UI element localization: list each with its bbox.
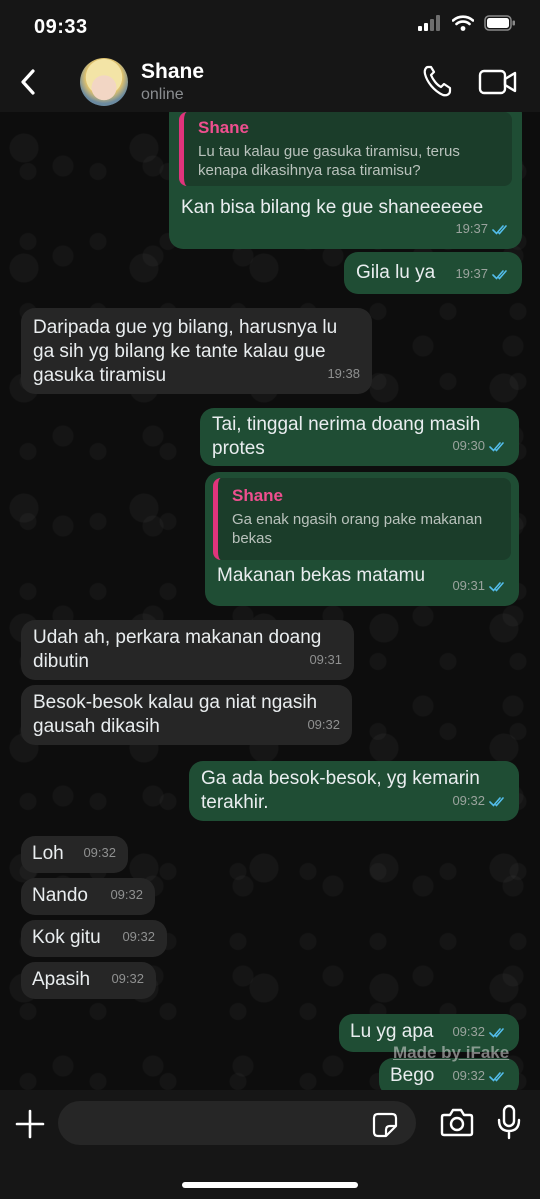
message-time: 09:32 xyxy=(452,1024,485,1039)
chat-area[interactable]: Shane Lu tau kalau gue gasuka tiramisu, … xyxy=(0,112,540,1090)
message-time: 09:32 xyxy=(111,971,144,986)
wifi-icon xyxy=(452,15,474,31)
message-meta: 09:32 xyxy=(452,1064,507,1088)
back-button[interactable] xyxy=(10,62,46,102)
double-check-icon xyxy=(489,441,504,452)
message-meta: 19:37 xyxy=(455,217,510,241)
double-check-icon xyxy=(489,1071,504,1082)
phone-icon[interactable] xyxy=(422,64,452,98)
quote-author: Shane xyxy=(198,118,250,137)
message-time: 19:37 xyxy=(455,266,488,281)
message-meta: 09:32 xyxy=(122,925,155,949)
plus-icon[interactable] xyxy=(14,1108,46,1140)
message-time: 09:31 xyxy=(452,578,485,593)
home-indicator[interactable] xyxy=(182,1182,358,1188)
message-text: Udah ah, perkara makanan doang dibutin xyxy=(33,627,322,672)
message-bubble-outgoing[interactable]: Gila lu ya 19:37 xyxy=(344,252,522,294)
quote-text: Ga enak ngasih orang pake makanan bekas xyxy=(232,511,483,547)
message-meta: 09:32 xyxy=(452,789,507,813)
message-bubble-outgoing[interactable]: Tai, tinggal nerima doang masih protes 0… xyxy=(200,408,519,466)
quote-author: Shane xyxy=(232,486,284,505)
watermark: Made by iFake xyxy=(393,1043,510,1062)
contact-status: online xyxy=(141,86,184,103)
message-bubble-outgoing[interactable]: Shane Ga enak ngasih orang pake makanan … xyxy=(205,472,519,606)
message-bubble-incoming[interactable]: Udah ah, perkara makanan doang dibutin 0… xyxy=(21,620,354,680)
message-bubble-incoming[interactable]: Daripada gue yg bilang, harusnya lu ga s… xyxy=(21,308,372,394)
message-time: 09:31 xyxy=(309,652,342,667)
message-time: 09:30 xyxy=(452,438,485,453)
message-bubble-incoming[interactable]: Nando 09:32 xyxy=(21,878,155,915)
message-bubble-incoming[interactable]: Besok-besok kalau ga niat ngasih gausah … xyxy=(21,685,352,745)
message-meta: 09:31 xyxy=(309,648,342,672)
message-bubble-incoming[interactable]: Apasih 09:32 xyxy=(21,962,156,999)
message-time: 09:32 xyxy=(452,1068,485,1083)
message-meta: 09:32 xyxy=(110,883,143,907)
quote-text: Lu tau kalau gue gasuka tiramisu, terus … xyxy=(198,143,460,179)
message-text: Daripada gue yg bilang, harusnya lu ga s… xyxy=(33,317,338,386)
back-chevron-icon xyxy=(21,69,35,95)
quoted-message[interactable]: Shane Lu tau kalau gue gasuka tiramisu, … xyxy=(179,112,512,186)
double-check-icon xyxy=(489,1027,504,1038)
message-meta: 09:32 xyxy=(452,1020,507,1044)
signal-icon xyxy=(418,15,440,31)
message-text: Besok-besok kalau ga niat ngasih gausah … xyxy=(33,692,318,737)
double-check-icon xyxy=(489,581,504,592)
message-meta: 19:38 xyxy=(327,362,360,386)
contact-name[interactable]: Shane xyxy=(141,60,204,84)
status-icons xyxy=(418,15,516,31)
message-time: 19:38 xyxy=(327,366,360,381)
camera-icon[interactable] xyxy=(440,1107,474,1137)
message-bubble-incoming[interactable]: Loh 09:32 xyxy=(21,836,128,873)
double-check-icon xyxy=(492,269,507,280)
message-time: 09:32 xyxy=(83,845,116,860)
message-meta: 09:32 xyxy=(307,713,340,737)
message-bubble-incoming[interactable]: Kok gitu 09:32 xyxy=(21,920,167,957)
chat-header: 09:33 Shane online xyxy=(0,0,540,112)
message-bubble-outgoing[interactable]: Ga ada besok-besok, yg kemarin terakhir.… xyxy=(189,761,519,821)
quoted-message[interactable]: Shane Ga enak ngasih orang pake makanan … xyxy=(213,478,511,560)
double-check-icon xyxy=(492,224,507,235)
message-time: 19:37 xyxy=(455,221,488,236)
message-time: 09:32 xyxy=(110,887,143,902)
message-bubble-outgoing[interactable]: Shane Lu tau kalau gue gasuka tiramisu, … xyxy=(169,112,522,249)
message-meta: 09:32 xyxy=(83,841,116,865)
message-meta: 19:37 xyxy=(455,262,510,286)
message-time: 09:32 xyxy=(307,717,340,732)
message-meta: 09:31 xyxy=(452,574,507,598)
double-check-icon xyxy=(489,796,504,807)
microphone-icon[interactable] xyxy=(497,1104,521,1140)
status-time: 09:33 xyxy=(34,16,88,38)
message-time: 09:32 xyxy=(122,929,155,944)
message-meta: 09:32 xyxy=(111,967,144,991)
sticker-icon[interactable] xyxy=(372,1112,398,1138)
video-camera-icon[interactable] xyxy=(478,68,518,96)
avatar[interactable] xyxy=(80,58,128,106)
message-meta: 09:30 xyxy=(452,434,507,458)
message-input[interactable] xyxy=(58,1101,416,1145)
battery-icon xyxy=(484,15,515,31)
message-time: 09:32 xyxy=(452,793,485,808)
